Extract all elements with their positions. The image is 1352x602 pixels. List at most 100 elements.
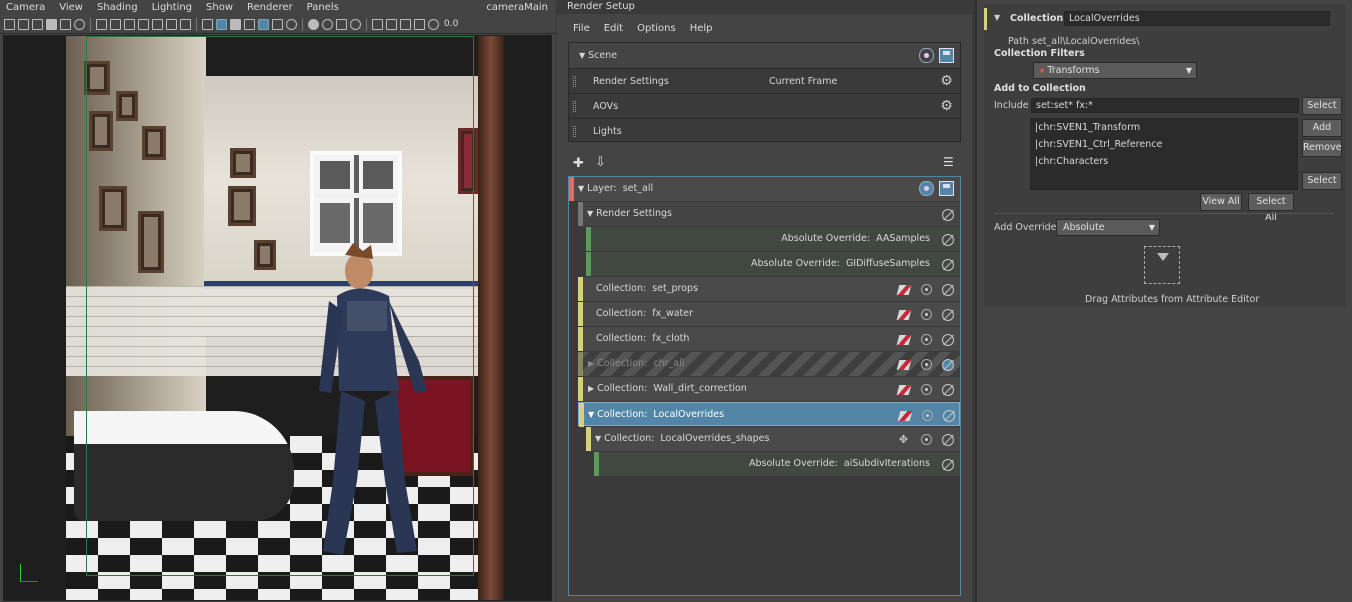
motion-blur-icon[interactable] (308, 18, 319, 30)
tree-row-collection-localoverrides[interactable]: ▼ Collection: LocalOverrides (578, 402, 960, 427)
two-d-pan-icon[interactable] (74, 18, 85, 30)
grid-icon[interactable] (96, 18, 107, 30)
scene-row-lights[interactable]: Lights (569, 118, 960, 143)
menu-camera[interactable]: Camera (6, 2, 45, 13)
menu-file[interactable]: File (573, 23, 590, 34)
menu-edit[interactable]: Edit (604, 23, 623, 34)
disable-icon-active[interactable] (942, 359, 954, 371)
isolate-icon[interactable] (921, 334, 932, 345)
disable-icon[interactable] (942, 309, 954, 321)
camera-attributes-icon[interactable] (18, 18, 29, 30)
collection-name-field[interactable]: LocalOverrides (1064, 11, 1330, 26)
isolate-icon[interactable] (922, 410, 933, 421)
drag-handle-icon[interactable] (573, 76, 576, 87)
xray-icon[interactable] (372, 18, 383, 30)
collapse-triangle-icon[interactable]: ▼ (994, 13, 1000, 22)
layer-visibility-eye-icon[interactable] (919, 181, 934, 196)
disable-icon[interactable] (942, 259, 954, 271)
wireframe-on-shaded-icon[interactable] (230, 18, 241, 30)
remove-button[interactable]: Remove (1302, 139, 1342, 157)
exposure-icon[interactable] (414, 18, 425, 30)
menu-renderer[interactable]: Renderer (247, 2, 293, 13)
tree-row-collection-fx-water[interactable]: Collection: fx_water (578, 302, 960, 326)
collapse-triangle-icon[interactable]: ▼ (588, 403, 594, 427)
smooth-shade-icon[interactable] (216, 18, 227, 30)
tree-row-override-aisubdiviterations[interactable]: Absolute Override: aiSubdivIterations (594, 452, 960, 476)
tree-row-render-settings[interactable]: ▼ Render Settings (578, 202, 960, 226)
expand-triangle-icon[interactable]: ▶ (588, 352, 594, 376)
tree-row-collection-fx-cloth[interactable]: Collection: fx_cloth (578, 327, 960, 351)
drop-attributes-icon[interactable] (1144, 246, 1180, 284)
screen-space-ao-icon[interactable] (286, 18, 297, 30)
menu-options[interactable]: Options (637, 23, 676, 34)
safe-action-icon[interactable] (166, 18, 177, 30)
viewport-3d-scene[interactable] (3, 35, 552, 601)
select-all-button[interactable]: Select All (1248, 193, 1294, 223)
disable-icon[interactable] (942, 459, 954, 471)
collapse-triangle-icon[interactable]: ▼ (595, 427, 601, 451)
drag-handle-icon[interactable] (573, 101, 576, 112)
menu-shading[interactable]: Shading (97, 2, 138, 13)
add-button[interactable]: Add (1302, 119, 1342, 137)
disable-icon[interactable] (942, 434, 954, 446)
isolate-icon[interactable] (921, 384, 932, 395)
tree-row-collection-wall-dirt[interactable]: ▶ Collection: Wall_dirt_correction (578, 377, 960, 401)
create-render-layer-icon[interactable]: ✚ (573, 156, 584, 171)
gate-mask-icon[interactable] (138, 18, 149, 30)
list-item[interactable]: |chr:SVEN1_Transform (1031, 119, 1297, 136)
import-icon[interactable]: ⇩ (595, 155, 606, 170)
select-members-button[interactable]: Select (1302, 172, 1342, 190)
isolate-icon[interactable] (921, 309, 932, 320)
isolate-select-icon[interactable] (350, 18, 361, 30)
tree-row-collection-set-props[interactable]: Collection: set_props (578, 277, 960, 301)
zoom-value[interactable]: 0.0 (444, 19, 458, 29)
film-gate-icon[interactable] (110, 18, 121, 30)
safe-title-icon[interactable] (180, 18, 191, 30)
menu-lighting[interactable]: Lighting (152, 2, 192, 13)
menu-panels[interactable]: Panels (307, 2, 339, 13)
disable-icon[interactable] (942, 209, 954, 221)
use-all-lights-icon[interactable] (258, 18, 269, 30)
tree-row-collection-localoverrides-shapes[interactable]: ▼ Collection: LocalOverrides_shapes ✥ (586, 427, 960, 451)
disable-icon[interactable] (942, 284, 954, 296)
view-all-button[interactable]: View All (1200, 193, 1242, 211)
render-settings-gear-icon[interactable]: ⚙ (939, 74, 954, 89)
layer-render-icon[interactable] (939, 181, 954, 196)
tree-row-override-gidiffusesamples[interactable]: Absolute Override: GIDiffuseSamples (586, 252, 960, 276)
scene-row-aovs[interactable]: AOVs ⚙ (569, 93, 960, 118)
drag-handle-icon[interactable] (573, 126, 576, 137)
bookmark-icon[interactable] (32, 18, 43, 30)
list-item[interactable]: |chr:SVEN1_Ctrl_Reference (1031, 136, 1297, 153)
scene-row-render-settings[interactable]: Render Settings Current Frame ⚙ (569, 68, 960, 93)
shadows-icon[interactable] (272, 18, 283, 30)
multisample-aa-icon[interactable] (322, 18, 333, 30)
xray-joints-icon[interactable] (386, 18, 397, 30)
scene-visibility-eye-icon[interactable] (919, 48, 934, 63)
expand-triangle-icon[interactable]: ▶ (588, 377, 594, 401)
image-plane-icon[interactable] (46, 18, 57, 30)
include-expression-field[interactable]: set:set* fx:* (1031, 98, 1299, 113)
collection-filter-dropdown[interactable]: ⬧ Transforms ▼ (1033, 62, 1197, 79)
collapse-triangle-icon[interactable]: ▼ (579, 43, 585, 68)
resolution-gate-icon[interactable] (124, 18, 135, 30)
disable-icon[interactable] (942, 384, 954, 396)
collapse-triangle-icon[interactable]: ▼ (578, 177, 584, 201)
textured-icon[interactable] (244, 18, 255, 30)
wireframe-icon[interactable] (202, 18, 213, 30)
collection-members-list[interactable]: |chr:SVEN1_Transform |chr:SVEN1_Ctrl_Ref… (1030, 118, 1298, 190)
scene-header[interactable]: ▼ Scene (569, 43, 960, 68)
isolate-icon[interactable] (921, 434, 932, 445)
tree-row-override-aasamples[interactable]: Absolute Override: AASamples (586, 227, 960, 251)
isolate-icon[interactable] (921, 359, 932, 370)
list-item[interactable]: |chr:Characters (1031, 153, 1297, 170)
gamma-icon[interactable] (428, 18, 439, 30)
xray-components-icon[interactable] (400, 18, 411, 30)
select-button[interactable]: Select (1302, 97, 1342, 115)
disable-icon[interactable] (943, 410, 955, 422)
field-chart-icon[interactable] (152, 18, 163, 30)
aovs-gear-icon[interactable]: ⚙ (939, 99, 954, 114)
select-camera-icon[interactable] (4, 18, 15, 30)
scene-render-icon[interactable] (939, 48, 954, 63)
batch-render-icon[interactable]: ☰ (943, 155, 954, 169)
menu-view[interactable]: View (59, 2, 83, 13)
